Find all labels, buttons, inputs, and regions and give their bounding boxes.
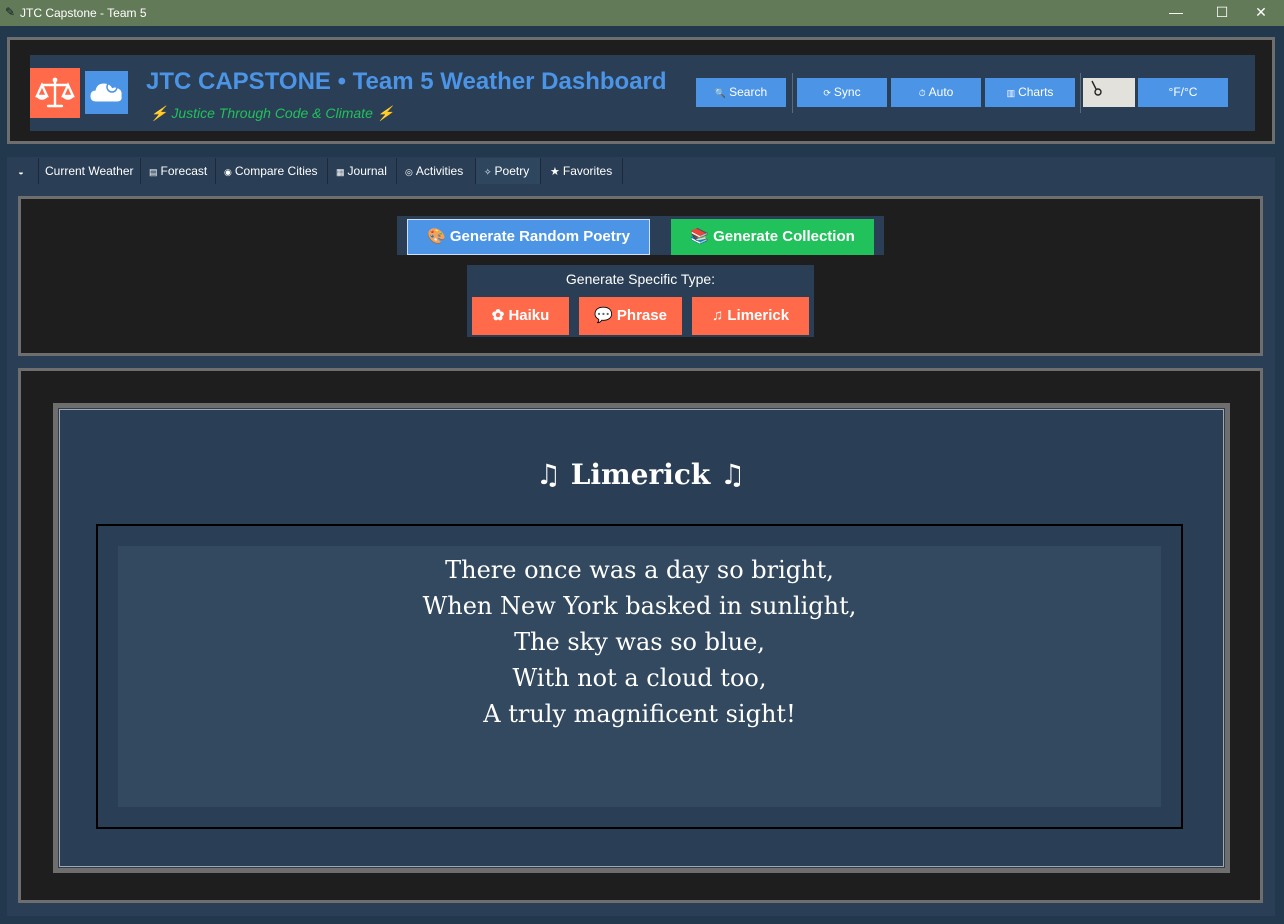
poem-title: ♫ Limerick ♫ [535,458,746,491]
poem-display-panel: ♫ Limerick ♫ There once was a day so bri… [18,368,1263,903]
thermometer-icon[interactable] [1083,78,1135,107]
poetry-icon: ✧ [484,167,492,177]
poem-frame: ♫ Limerick ♫ There once was a day so bri… [53,403,1230,873]
divider [792,73,793,113]
calendar-icon: ▤ [149,167,158,177]
close-button[interactable]: ✕ [1238,0,1284,26]
window-titlebar: ✎ JTC Capstone - Team 5 — ☐ ✕ [0,0,1284,26]
minimize-button[interactable]: — [1153,0,1199,26]
globe-icon: ◉ [224,167,232,177]
tab-poetry[interactable]: ✧ Poetry [476,158,541,184]
feather-icon: ✎ [5,5,16,19]
poetry-generator-panel: 🎨 Generate Random Poetry 📚 Generate Coll… [18,196,1263,356]
poem-text-area: There once was a day so bright, When New… [118,546,1161,807]
specific-type-box: Generate Specific Type: ✿ Haiku 💬 Phrase… [467,265,814,337]
poem-line: There once was a day so bright, [445,556,834,584]
palette-icon: 🎨 [427,228,446,245]
specific-type-label: Generate Specific Type: [565,271,716,287]
music-note-icon: ♫ [711,307,724,324]
generate-collection-button[interactable]: 📚 Generate Collection [671,219,874,255]
generate-random-poetry-button[interactable]: 🎨 Generate Random Poetry [407,219,650,255]
books-icon: 📚 [690,228,709,245]
app-title: JTC CAPSTONE • Team 5 Weather Dashboard [146,68,667,95]
window-title: JTC Capstone - Team 5 [20,6,147,20]
poem-text-box: There once was a day so bright, When New… [96,524,1183,829]
units-toggle-button[interactable]: °F/°C [1138,78,1228,107]
speech-bubble-icon: 💬 [594,307,613,324]
cloud-icon [85,71,128,114]
header: JTC CAPSTONE • Team 5 Weather Dashboard … [7,37,1275,144]
poem-line: The sky was so blue, [514,628,765,656]
poem-lines: There once was a day so bright, When New… [118,552,1161,732]
limerick-button[interactable]: ♫ Limerick [692,297,809,335]
weather-icon: ◒ [18,167,24,177]
poem-line: A truly magnificent sight! [483,700,796,728]
header-bar: JTC CAPSTONE • Team 5 Weather Dashboard … [30,55,1255,131]
activity-icon: ◎ [405,167,413,177]
search-icon: 🔍 [714,88,727,98]
app-subtitle: ⚡ Justice Through Code & Climate ⚡ [150,105,395,121]
flower-icon: ✿ [491,307,505,324]
star-icon: ★ [550,166,560,178]
haiku-button[interactable]: ✿ Haiku [472,297,569,335]
tab-favorites[interactable]: ★ Favorites [541,158,623,184]
sync-button[interactable]: ⟳ Sync [797,78,887,107]
sync-icon: ⟳ [823,88,831,98]
poem-line: With not a cloud too, [512,664,767,692]
tab-activities[interactable]: ◎ Activities [397,158,476,184]
poetry-tab-content: 🎨 Generate Random Poetry 📚 Generate Coll… [7,184,1275,916]
tab-forecast[interactable]: ▤ Forecast [141,158,216,184]
tab-bar: ◒ Current Weather ▤ Forecast ◉ Compare Cit… [7,157,1275,184]
timer-icon: ⏱ [918,88,926,98]
scales-icon [30,68,80,118]
journal-icon: ▦ [336,167,345,177]
chart-icon: ▥ [1006,88,1016,98]
divider [1080,73,1081,113]
tab-compare-cities[interactable]: ◉ Compare Cities [216,158,328,184]
generator-buttons: 🎨 Generate Random Poetry 📚 Generate Coll… [397,216,884,255]
tab-current-weather[interactable]: Current Weather [39,158,141,184]
charts-button[interactable]: ▥ Charts [985,78,1075,107]
poem-line: When New York basked in sunlight, [422,592,857,620]
tab-journal[interactable]: ▦ Journal [328,158,397,184]
auto-button[interactable]: ⏱ Auto [891,78,981,107]
tab-weather-icon[interactable]: ◒ [7,158,39,184]
phrase-button[interactable]: 💬 Phrase [579,297,682,335]
search-button[interactable]: 🔍 Search [696,78,786,107]
